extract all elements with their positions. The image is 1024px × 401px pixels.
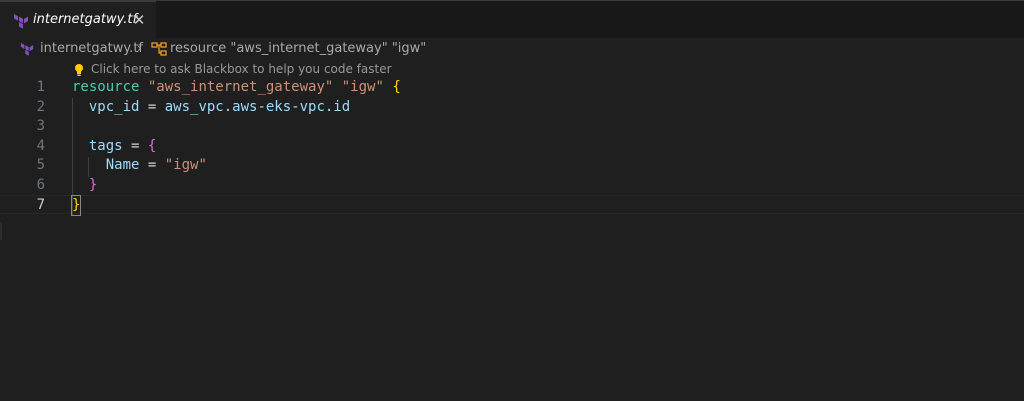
line-number: 1 xyxy=(36,79,45,95)
code-token: { xyxy=(147,137,157,154)
code-token: = xyxy=(139,98,165,115)
line-number: 5 xyxy=(36,157,45,174)
code-text: tags = { xyxy=(72,137,156,157)
chevron-right-icon: › xyxy=(137,41,142,55)
code-token: = xyxy=(139,157,165,174)
breadcrumb-symbol[interactable]: resource "aws_internet_gateway" "igw" xyxy=(170,41,426,56)
line-number: 4 xyxy=(36,137,45,154)
code-text: } xyxy=(72,176,97,196)
code-line[interactable]: 5 Name = "igw" xyxy=(0,156,1024,176)
lightbulb-icon xyxy=(75,64,83,76)
code-text: Name = "igw" xyxy=(72,156,207,176)
code-token: tags xyxy=(88,137,123,154)
code-line[interactable]: 6 } xyxy=(0,176,1024,196)
code-token: "igw" xyxy=(341,79,384,95)
code-token: } xyxy=(88,177,98,193)
code-line[interactable]: 2 vpc_id = aws_vpc.aws-eks-vpc.id xyxy=(0,98,1024,118)
tab-title: internetgatwy.tf xyxy=(33,12,138,27)
code-token: "igw" xyxy=(164,157,207,174)
terraform-icon xyxy=(14,14,28,29)
code-token: resource xyxy=(72,79,140,95)
code-line[interactable]: 3 xyxy=(0,117,1024,137)
symbol-structure-icon xyxy=(151,42,167,56)
breadcrumb: internetgatwy.tf › resource "aws_interne… xyxy=(0,38,1024,60)
code-line[interactable]: 4 tags = { xyxy=(0,137,1024,157)
line-number: 7 xyxy=(36,196,45,213)
code-token: aws_vpc.aws-eks-vpc.id xyxy=(164,98,351,115)
code-line[interactable]: 7} xyxy=(0,194,1024,217)
line-number: 3 xyxy=(36,118,45,135)
editor-edge-marker xyxy=(0,222,2,240)
tab-internetgatwy[interactable]: internetgatwy.tf ✕ xyxy=(0,1,156,39)
code-token: "aws_internet_gateway" xyxy=(147,79,334,95)
code-text: } xyxy=(70,194,82,217)
code-text: vpc_id = aws_vpc.aws-eks-vpc.id xyxy=(72,98,350,118)
breadcrumb-file[interactable]: internetgatwy.tf xyxy=(40,41,143,56)
codelens-text: Click here to ask Blackbox to help you c… xyxy=(91,62,392,76)
code-text: resource "aws_internet_gateway" "igw" { xyxy=(72,78,401,98)
code-token: { xyxy=(392,79,401,95)
close-icon[interactable]: ✕ xyxy=(131,11,147,29)
code-token: Name xyxy=(105,157,140,174)
code-line[interactable]: 1 resource "aws_internet_gateway" "igw" { xyxy=(0,78,1024,98)
code-token: vpc_id xyxy=(88,98,140,115)
line-number: 2 xyxy=(36,98,45,115)
tab-bar: internetgatwy.tf ✕ xyxy=(0,1,1024,39)
line-number: 6 xyxy=(36,177,45,193)
code-token: = xyxy=(122,137,148,154)
terraform-icon xyxy=(20,42,34,56)
code-token: } xyxy=(70,194,82,217)
